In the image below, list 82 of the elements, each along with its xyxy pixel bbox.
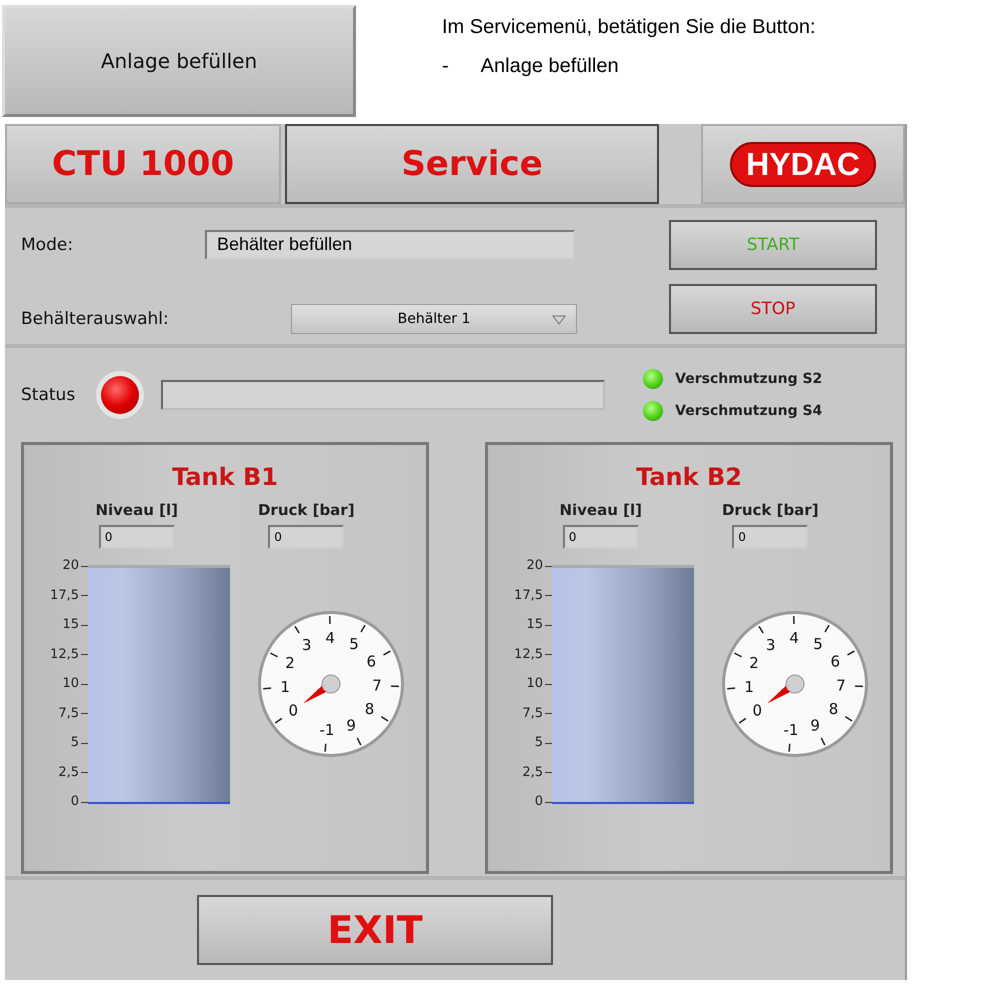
level-label: Niveau [l] [95, 501, 178, 519]
gauge-label: 9 [810, 716, 820, 734]
exit-button[interactable]: EXIT [197, 895, 553, 965]
indicator-label: Verschmutzung S4 [675, 403, 822, 419]
scale-label: 20 [526, 559, 543, 573]
scale-label: 5 [534, 736, 543, 750]
gauge-label: 5 [349, 635, 359, 654]
level-display: 0 [98, 525, 175, 549]
gauge-label: 0 [752, 701, 762, 720]
tank-title: Tank B1 [172, 463, 278, 491]
pressure-display: 0 [732, 525, 808, 549]
scale-label: 15 [62, 618, 79, 632]
gauge-label: 1 [744, 678, 754, 696]
scale-label: 10 [62, 677, 79, 691]
instruction-bullet: Anlage befüllen [480, 55, 619, 78]
pressure-display: 0 [268, 525, 344, 549]
caret-icon [552, 315, 566, 325]
scale-label: 10 [526, 677, 543, 691]
gauge-label: 2 [749, 654, 759, 672]
gauge-label: 4 [789, 629, 799, 647]
tick-mark [81, 742, 88, 744]
gauge-needle [767, 674, 804, 704]
level-display: 0 [562, 525, 639, 549]
scale-label: 7,5 [522, 706, 543, 720]
mode-label: Mode: [21, 235, 74, 255]
tick-mark [545, 772, 552, 773]
scale-label: 12,5 [50, 648, 79, 662]
stop-button[interactable]: STOP [669, 284, 877, 334]
bullet-dash: - [442, 55, 449, 78]
tick-mark [545, 713, 552, 714]
gauge-label: 0 [288, 701, 298, 720]
scale-label: 20 [62, 559, 79, 573]
gauge-label: 8 [364, 700, 374, 718]
gauge-label: 1 [280, 678, 290, 696]
pressure-label: Druck [bar] [258, 501, 355, 519]
scale-label: 2,5 [522, 766, 543, 780]
tick-mark [545, 595, 552, 596]
tank-title: Tank B2 [636, 463, 742, 491]
pressure-label: Druck [bar] [722, 501, 819, 519]
scale-label: 7,5 [58, 706, 79, 720]
gauge-label: 8 [828, 700, 838, 718]
gauge-label: 3 [766, 636, 776, 654]
tick-mark [81, 713, 88, 714]
tick-mark [545, 624, 552, 626]
status-label: Status [21, 385, 76, 405]
scale-label: 0 [70, 795, 79, 809]
scale-label: 2,5 [58, 766, 79, 780]
tick-mark [81, 654, 88, 655]
gauge-needle [303, 674, 340, 704]
gauge-label: 6 [366, 652, 376, 671]
tick-mark [81, 772, 88, 773]
gauge-label: 4 [325, 629, 335, 647]
mode-display: Behälter befüllen [205, 230, 575, 260]
gauge-label: 6 [830, 652, 840, 671]
indicator-label: Verschmutzung S2 [675, 371, 822, 387]
logo: HYDAC [730, 142, 876, 186]
scale-label: 17,5 [514, 588, 543, 602]
tick-mark [545, 654, 552, 655]
tick-mark [545, 742, 552, 744]
selection-label: Behälterauswahl: [21, 309, 169, 329]
gauge-label: -1 [784, 720, 798, 739]
scale-label: 12,5 [514, 648, 543, 662]
level-label: Niveau [l] [559, 501, 642, 519]
gauge-label: 2 [285, 654, 295, 672]
gauge-label: 7 [372, 676, 382, 695]
scale-label: 5 [70, 736, 79, 750]
gauge-label: 3 [302, 636, 312, 654]
fill-system-button[interactable]: Anlage befüllen [2, 5, 356, 117]
start-button[interactable]: START [669, 220, 877, 270]
gauge-label: -1 [320, 720, 334, 739]
scale-label: 0 [534, 795, 543, 809]
tick-mark [81, 624, 88, 626]
gauge-label: 5 [813, 635, 823, 654]
gauge-label: 7 [836, 676, 846, 695]
device-title: CTU 1000 [52, 144, 234, 184]
tank-dropdown[interactable]: Behälter 1 [291, 304, 577, 334]
scale-label: 17,5 [50, 588, 79, 602]
scale-label: 15 [526, 618, 543, 632]
service-button[interactable]: Service [285, 124, 659, 204]
gauge-label: 9 [346, 716, 356, 734]
tick-mark [81, 595, 88, 596]
instruction-text: Im Servicemenü, betätigen Sie die Button: [442, 16, 816, 39]
